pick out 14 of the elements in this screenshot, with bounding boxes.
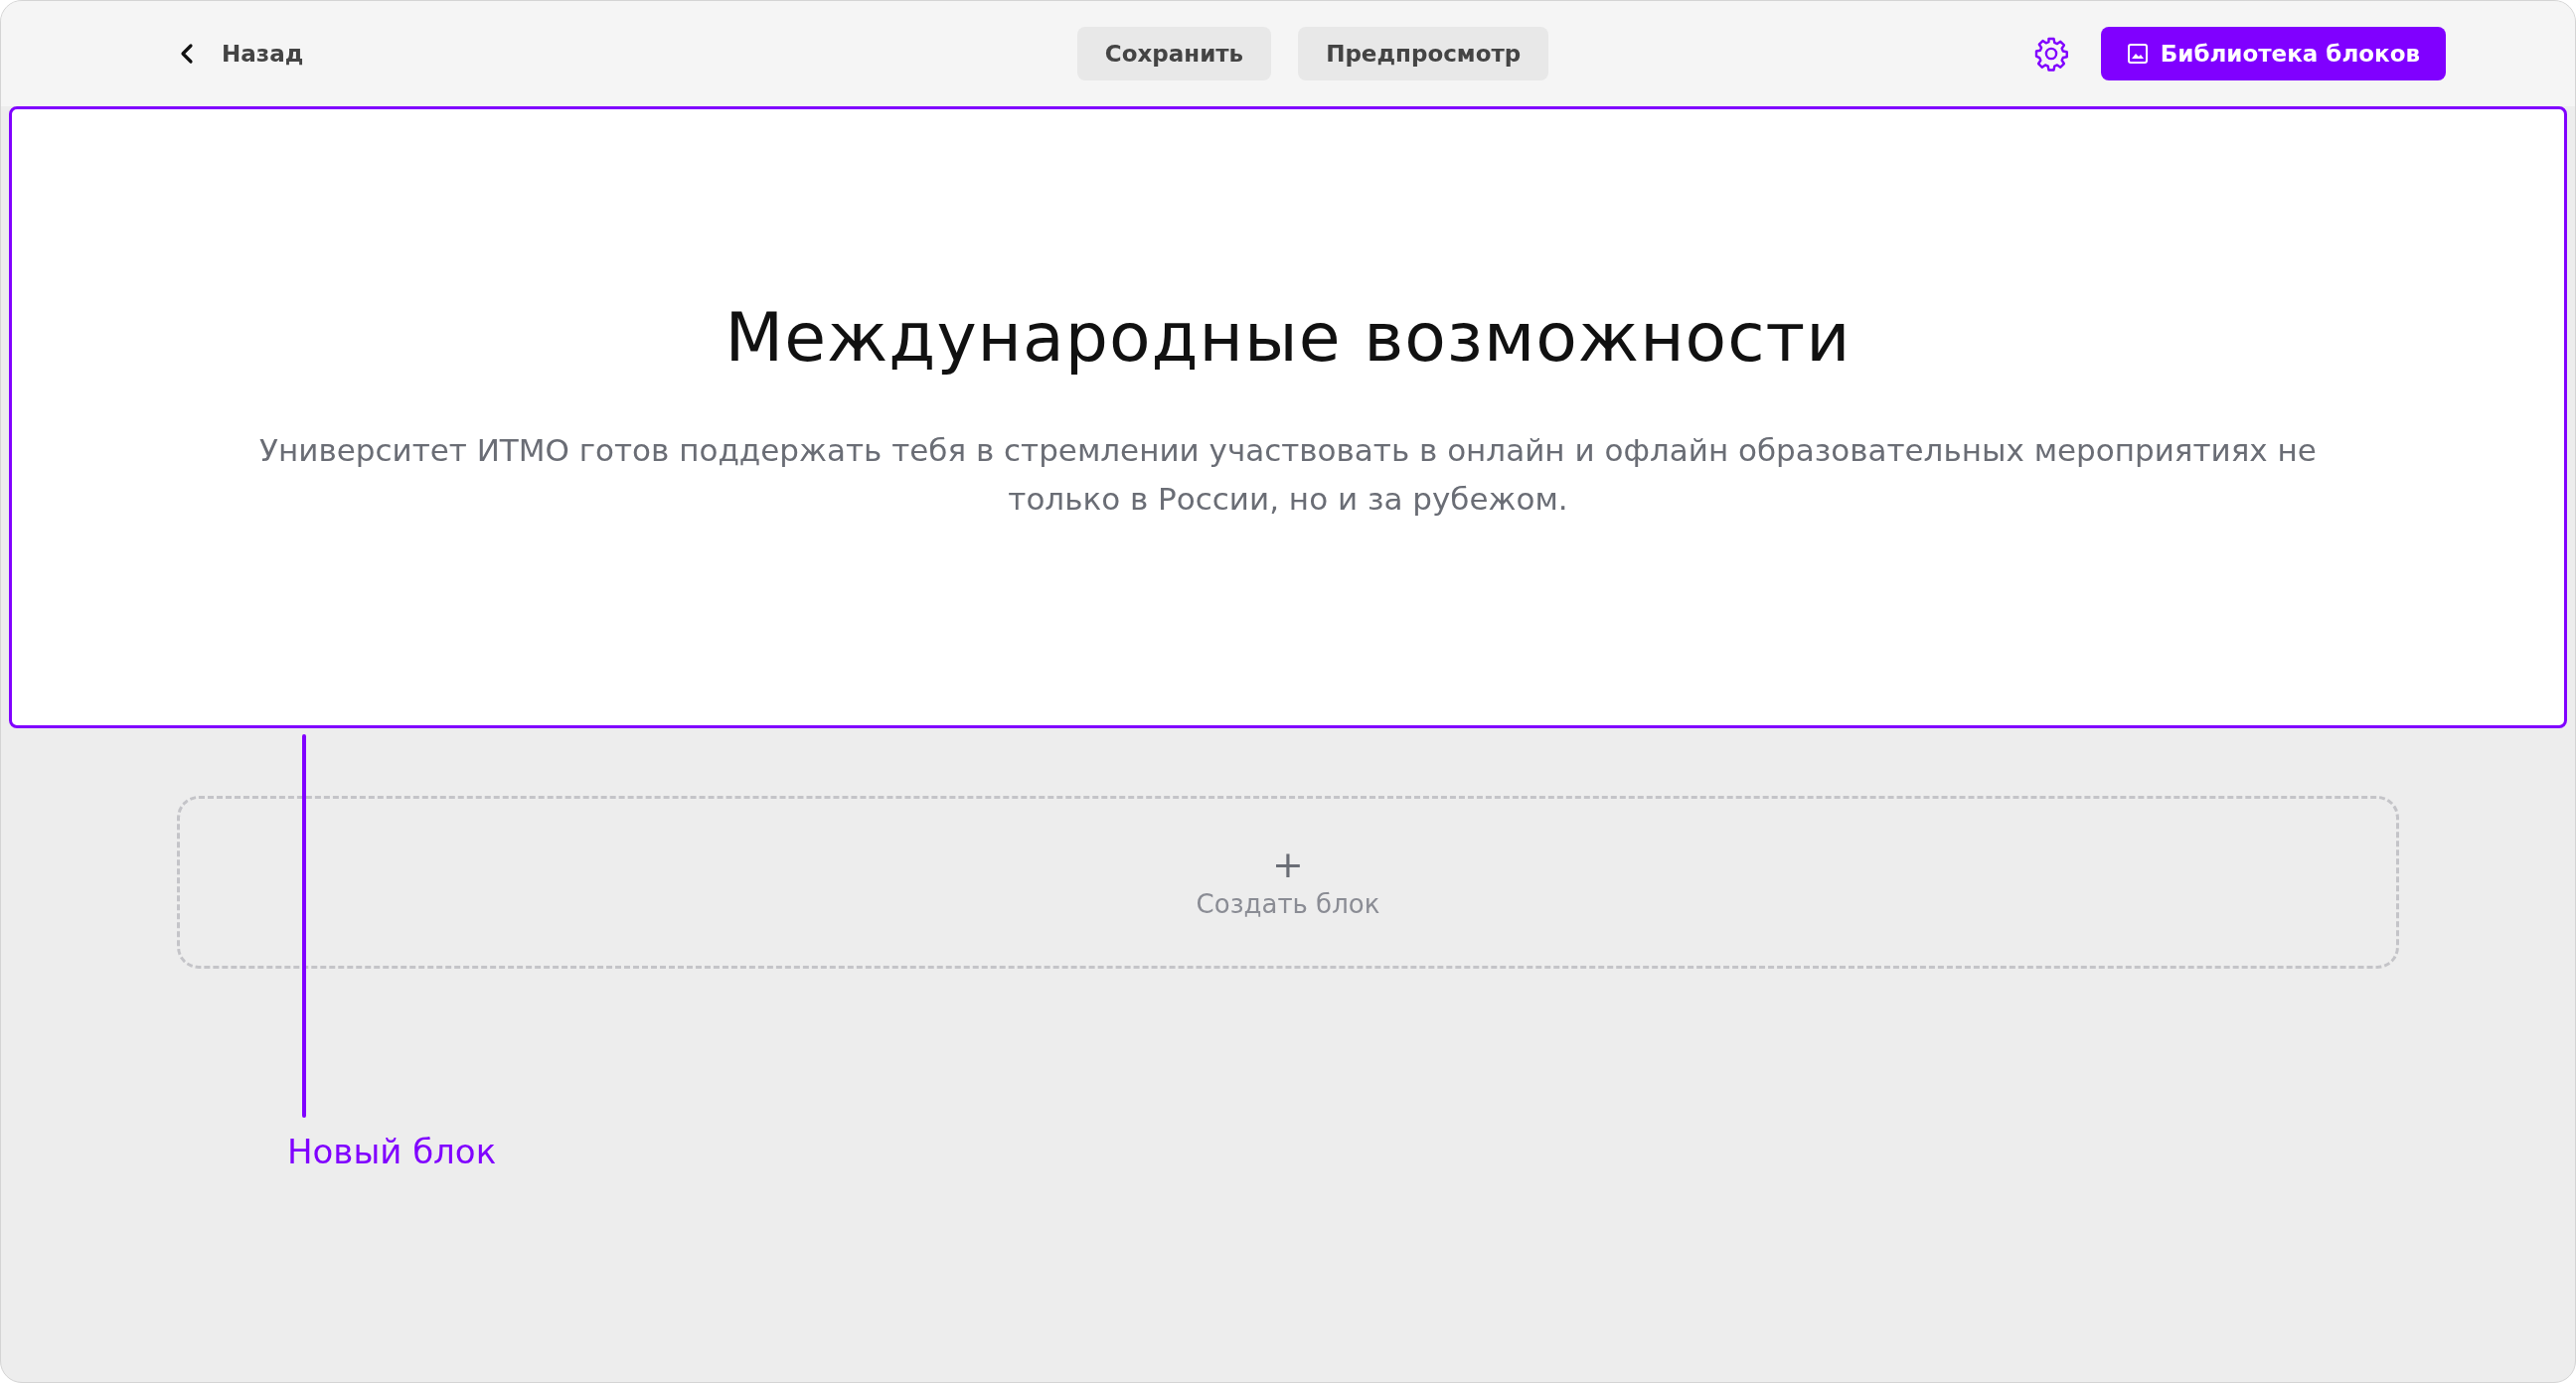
settings-icon[interactable]: [2032, 36, 2069, 72]
chevron-left-icon: [180, 43, 194, 65]
create-block-area[interactable]: + Создать блок: [177, 796, 2399, 969]
save-button[interactable]: Сохранить: [1076, 27, 1272, 80]
block-title: Международные возможности: [724, 298, 1852, 377]
block-library-button[interactable]: Библиотека блоков: [2100, 27, 2446, 80]
create-block-label: Создать блок: [1196, 889, 1380, 919]
image-icon: [2126, 43, 2149, 65]
preview-button[interactable]: Предпросмотр: [1298, 27, 1549, 80]
block-description: Университет ИТМО готов поддержать тебя в стремлении участвовать в онлайн и офлайн образовательных мероприятиях не только в России, но и за рубежом.: [258, 431, 2318, 519]
plus-icon: +: [1272, 845, 1304, 883]
annotation-label: Новый блок: [287, 1132, 497, 1171]
back-link[interactable]: Назад: [180, 41, 304, 67]
content-block[interactable]: Международные возможности Университет ИТМО готов поддержать тебя в стремлении участвовать в онлайн и офлайн образовательных мероприятиях не только в России, но и за рубежом.: [9, 106, 2567, 728]
